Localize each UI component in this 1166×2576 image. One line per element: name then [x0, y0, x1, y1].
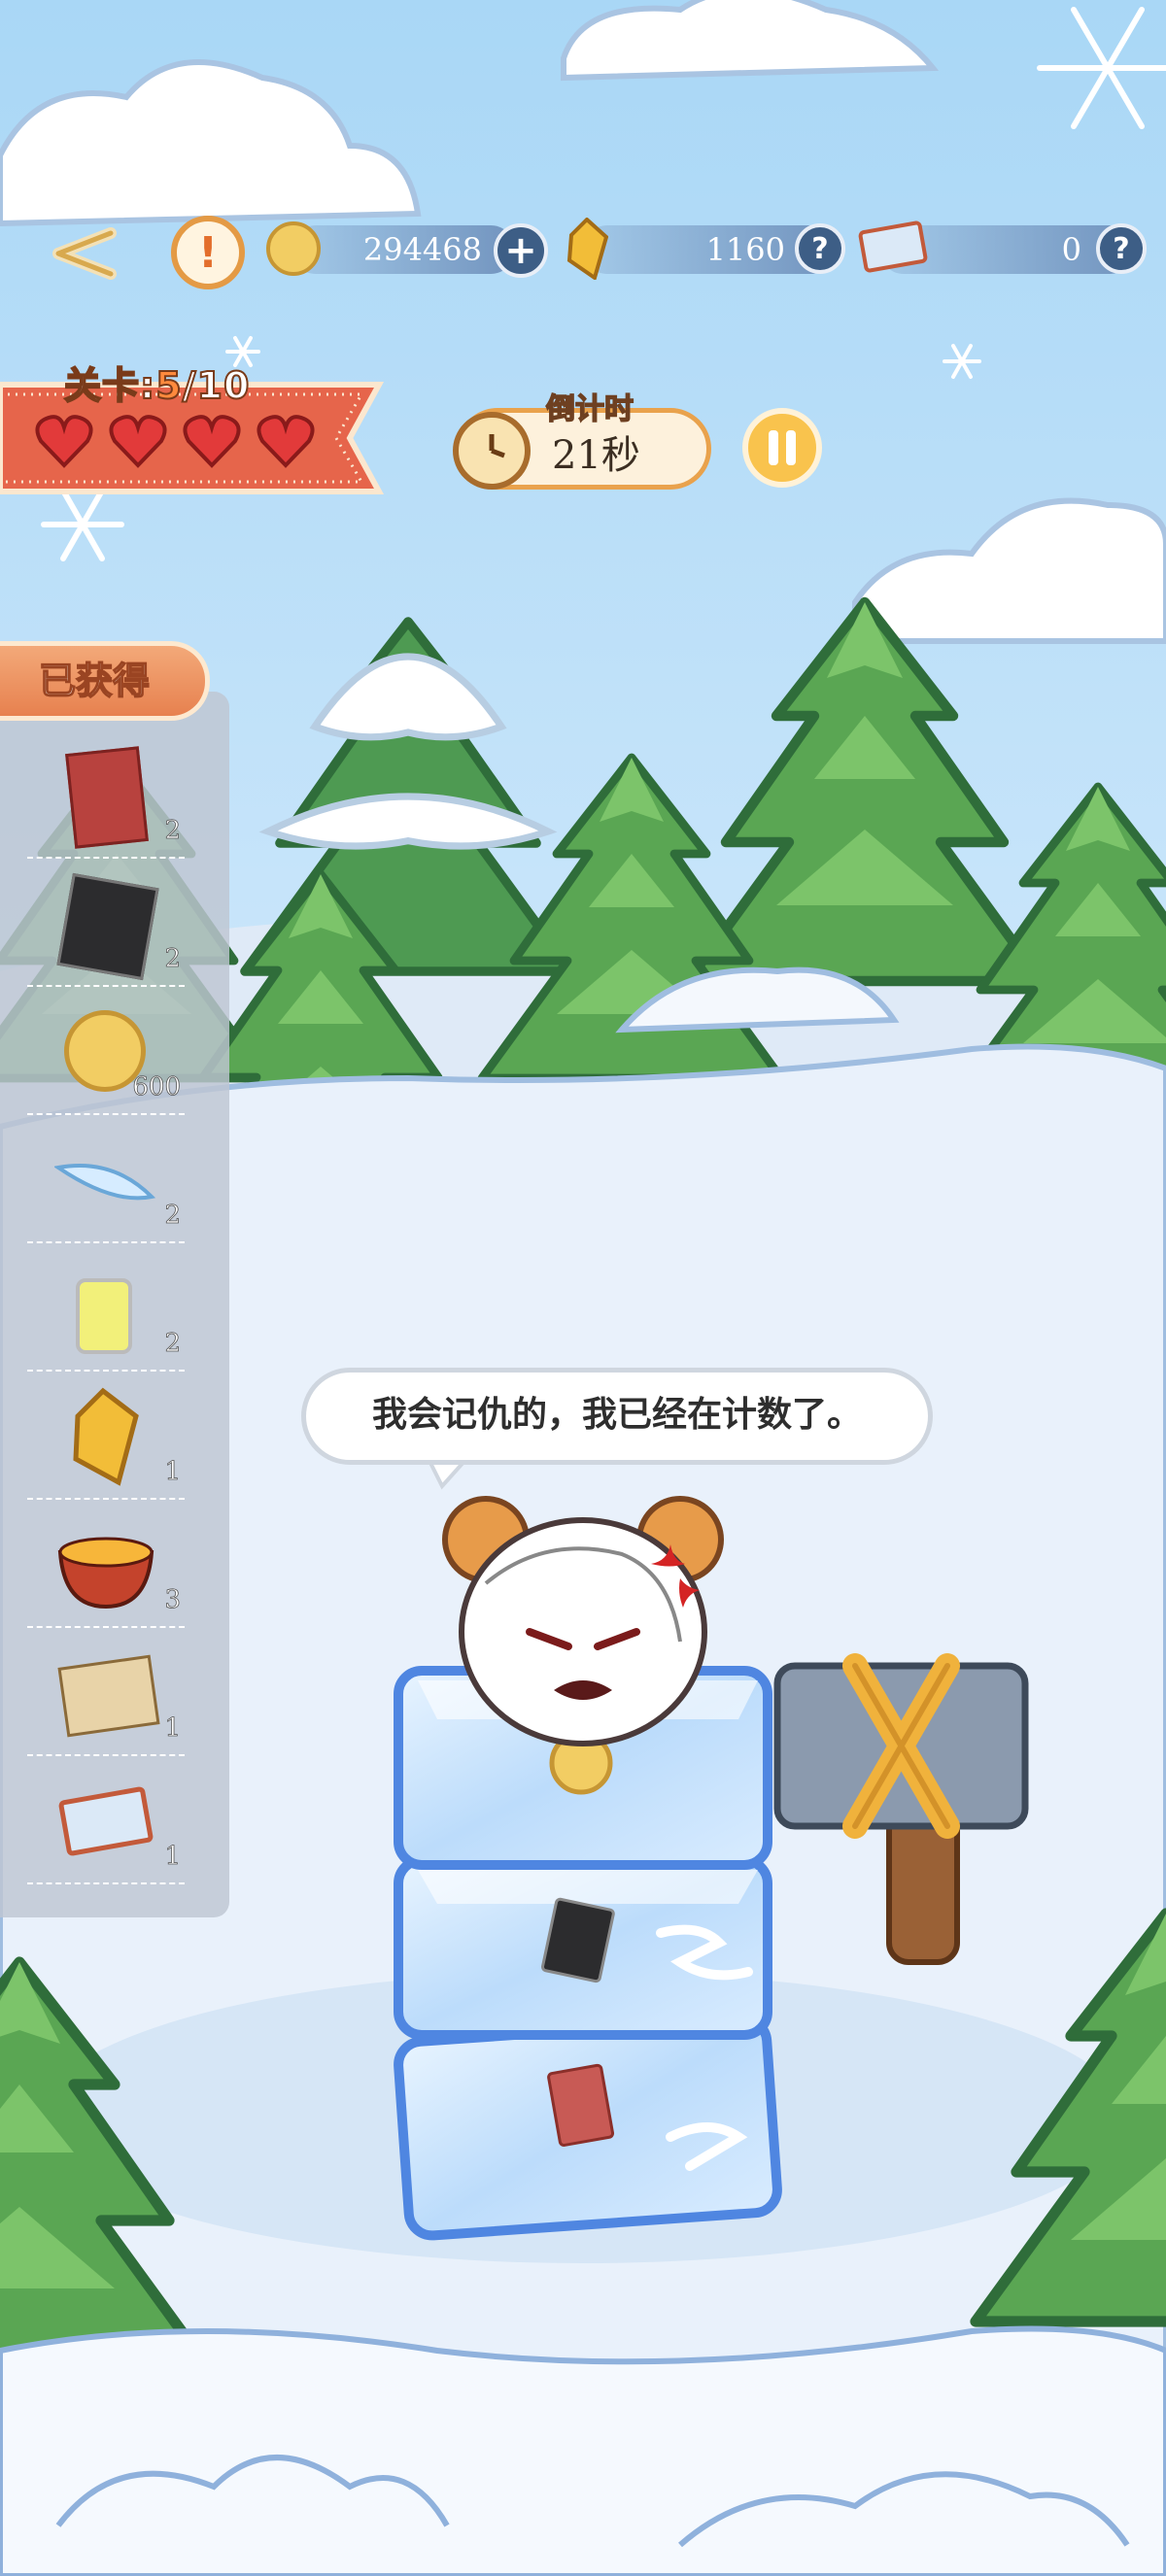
plus-icon: +: [504, 228, 537, 273]
red-card-icon: [54, 744, 161, 849]
lemonade-jar-icon: [54, 1257, 161, 1358]
ticket-icon: [54, 1770, 161, 1871]
ramen-bowl-icon: [54, 1513, 161, 1614]
question-icon: ?: [1113, 231, 1130, 266]
obtained-item: 600: [0, 987, 185, 1115]
obtained-item: 2: [0, 1243, 185, 1372]
heart-icon: [183, 415, 241, 468]
pause-button[interactable]: [742, 408, 822, 488]
item-count: 1: [164, 1457, 181, 1487]
stopwatch-icon: [453, 412, 531, 490]
exclamation-icon: !: [197, 227, 219, 278]
coin-count: 294468: [362, 231, 482, 268]
heart-icon: [35, 415, 93, 468]
obtained-item: 2: [0, 730, 185, 859]
coin-counter: 294468: [292, 225, 515, 274]
level-current: 5: [154, 363, 183, 408]
obtained-item: 2: [0, 859, 185, 987]
obtained-item: 1: [0, 1628, 185, 1756]
heart-icon: [257, 415, 315, 468]
obtained-item: 3: [0, 1500, 185, 1628]
item-count: 1: [164, 1713, 181, 1744]
ice-block-tap-area[interactable]: [398, 1666, 772, 2229]
crystal-count: 1160: [705, 231, 785, 268]
timer-value: 21秒: [552, 433, 640, 478]
level-label: 关卡:: [63, 363, 156, 408]
back-button[interactable]: [43, 220, 124, 288]
heart-icon: [109, 415, 167, 468]
back-arrow-icon: [52, 227, 117, 280]
item-count: 2: [164, 1201, 181, 1231]
item-count: 600: [132, 1072, 181, 1102]
item-count: 2: [164, 816, 181, 846]
obtained-item: 1: [0, 1756, 185, 1884]
item-count: 2: [164, 1329, 181, 1359]
add-coins-button[interactable]: +: [494, 223, 548, 278]
level-total: /10: [182, 363, 251, 408]
item-count: 3: [164, 1585, 181, 1615]
speech-bubble: 我会记仇的，我已经在计数了。: [301, 1368, 933, 1465]
question-icon: ?: [811, 231, 829, 266]
notice-button[interactable]: !: [171, 216, 245, 289]
item-count: 1: [164, 1842, 181, 1872]
ticket-help-button[interactable]: ?: [1096, 223, 1147, 274]
obtained-item: 2: [0, 1115, 185, 1243]
pause-icon: [769, 430, 796, 465]
gold-coin-icon: [266, 221, 321, 276]
obtained-title: 已获得: [0, 641, 210, 721]
hammer-button[interactable]: [777, 1651, 1030, 1962]
obtained-item: 1: [0, 1372, 185, 1500]
hearts-row: [35, 412, 346, 470]
timer-label: 倒计时: [545, 391, 634, 427]
gold-crystal-icon: [54, 1385, 161, 1486]
ticket-count: 0: [1061, 231, 1081, 268]
item-count: 2: [164, 944, 181, 974]
level-indicator: 关卡:5/10: [63, 356, 251, 409]
gold-crystal-icon: [566, 218, 608, 280]
feather-icon: [52, 1129, 161, 1230]
black-card-icon: [54, 872, 161, 981]
envelope-icon: [54, 1642, 161, 1743]
crystal-help-button[interactable]: ?: [795, 223, 845, 274]
